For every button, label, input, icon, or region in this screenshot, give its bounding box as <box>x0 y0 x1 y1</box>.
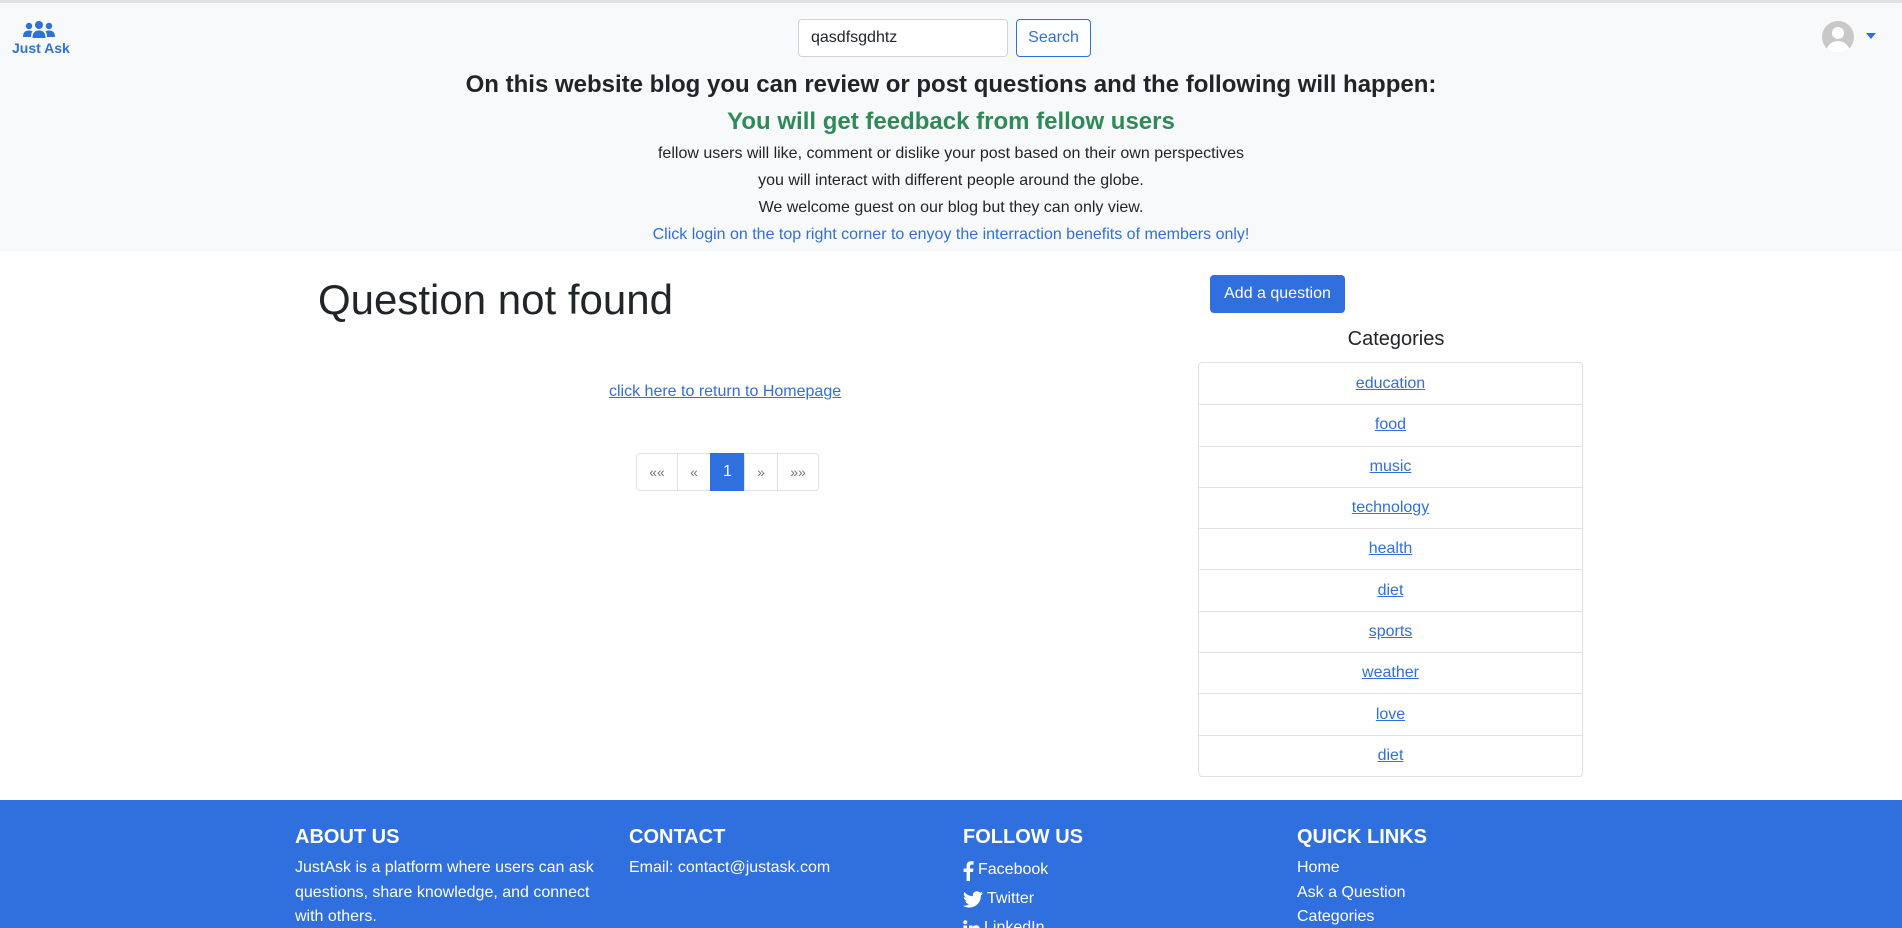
category-link-love[interactable]: love <box>1376 706 1405 724</box>
users-icon <box>23 21 55 38</box>
categories-list: education food music technology health d… <box>1198 362 1583 777</box>
logo[interactable]: Just Ask <box>12 21 70 56</box>
hero-line: We welcome guest on our blog but they ca… <box>758 199 1144 216</box>
category-item: love <box>1199 693 1582 734</box>
site-footer: ABOUT US JustAsk is a platform where use… <box>0 800 1902 928</box>
add-question-button[interactable]: Add a question <box>1210 275 1345 313</box>
footer-contact-title: CONTACT <box>629 826 726 848</box>
category-link-technology[interactable]: technology <box>1352 499 1429 517</box>
login-hint: Click login on the top right corner to e… <box>652 226 1250 243</box>
twitter-label: Twitter <box>987 890 1035 908</box>
footer-follow: FOLLOW US Facebook Twitter LinkedIn <box>963 824 1283 928</box>
first-page-button[interactable]: «« <box>636 453 678 491</box>
hero-feedback: You will get feedback from fellow users <box>727 108 1175 135</box>
categories-title: Categories <box>1347 328 1445 350</box>
footer-linkedin-link[interactable]: LinkedIn <box>963 914 1283 928</box>
hero-line: you will interact with different people … <box>758 172 1144 189</box>
category-link-education[interactable]: education <box>1356 375 1425 393</box>
footer-quick-links: QUICK LINKS Home Ask a Question Categori… <box>1297 824 1617 928</box>
category-item: technology <box>1199 486 1582 528</box>
category-link-weather[interactable]: weather <box>1362 664 1419 682</box>
facebook-icon <box>963 860 974 881</box>
twitter-icon <box>963 891 983 908</box>
footer-about-title: ABOUT US <box>295 826 400 848</box>
category-item: sports <box>1199 610 1582 652</box>
category-item: food <box>1199 404 1582 445</box>
category-link-diet[interactable]: diet <box>1378 747 1404 765</box>
footer-contact-email[interactable]: Email: contact@justask.com <box>629 856 949 881</box>
next-page-button[interactable]: » <box>744 453 778 491</box>
footer-facebook-link[interactable]: Facebook <box>963 856 1283 885</box>
footer-about-text: JustAsk is a platform where users can as… <box>295 859 594 925</box>
category-item: music <box>1199 445 1582 487</box>
logo-text: Just Ask <box>12 40 70 56</box>
footer-categories-link[interactable]: Categories <box>1297 905 1617 928</box>
pagination: «« « 1 » »» <box>636 453 819 491</box>
category-link-music[interactable]: music <box>1370 458 1412 476</box>
caret-down-icon <box>1866 33 1876 39</box>
current-page-button[interactable]: 1 <box>710 453 745 491</box>
user-menu-dropdown[interactable] <box>1822 21 1878 55</box>
facebook-label: Facebook <box>978 861 1049 879</box>
hero-line: fellow users will like, comment or disli… <box>657 145 1245 162</box>
search-button[interactable]: Search <box>1016 19 1091 57</box>
hero-section: On this website blog you can review or p… <box>0 67 1902 248</box>
footer-ask-question-link[interactable]: Ask a Question <box>1297 881 1617 906</box>
category-link-health[interactable]: health <box>1369 540 1413 558</box>
footer-contact: CONTACT Email: contact@justask.com <box>629 824 949 881</box>
footer-about: ABOUT US JustAsk is a platform where use… <box>295 824 615 928</box>
category-link-food[interactable]: food <box>1375 416 1406 434</box>
last-page-button[interactable]: »» <box>777 453 819 491</box>
category-link-diet[interactable]: diet <box>1378 582 1404 600</box>
footer-quick-links-title: QUICK LINKS <box>1297 826 1427 848</box>
category-item: weather <box>1199 652 1582 693</box>
return-home-link[interactable]: click here to return to Homepage <box>609 383 841 401</box>
search-input[interactable] <box>798 19 1008 57</box>
footer-follow-title: FOLLOW US <box>963 826 1083 848</box>
linkedin-label: LinkedIn <box>984 919 1045 928</box>
footer-home-link[interactable]: Home <box>1297 856 1617 881</box>
page-title: Question not found <box>318 276 673 323</box>
category-item: diet <box>1199 569 1582 610</box>
category-item: diet <box>1199 734 1582 776</box>
category-link-sports[interactable]: sports <box>1369 623 1413 641</box>
footer-twitter-link[interactable]: Twitter <box>963 885 1283 914</box>
linkedin-icon <box>963 920 980 928</box>
category-item: education <box>1199 363 1582 404</box>
category-item: health <box>1199 528 1582 569</box>
hero-heading: On this website blog you can review or p… <box>465 71 1437 98</box>
user-avatar-icon <box>1822 21 1854 53</box>
previous-page-button[interactable]: « <box>677 453 711 491</box>
site-header: Just Ask Search On this website blog you… <box>0 0 1902 251</box>
